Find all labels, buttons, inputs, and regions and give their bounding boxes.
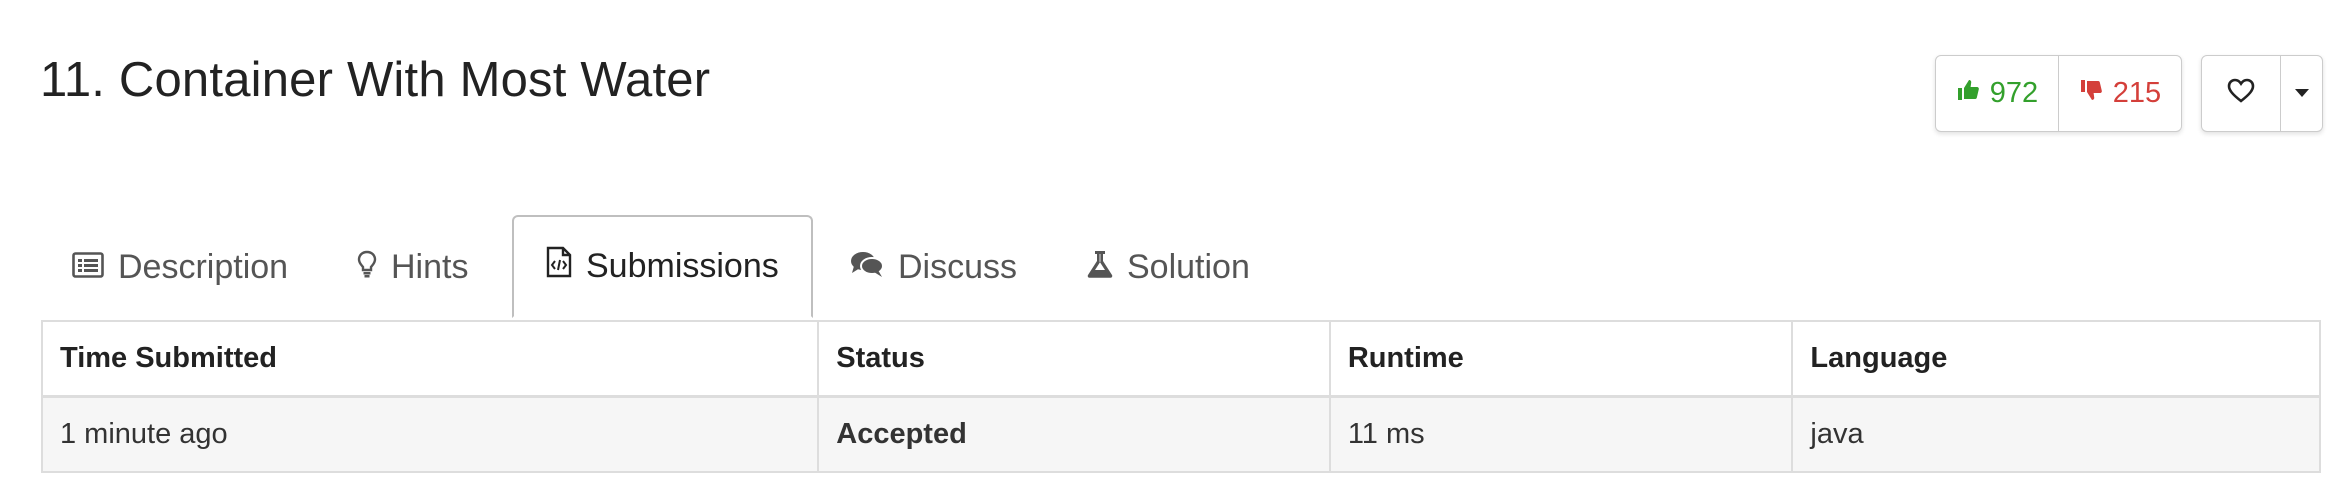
problem-tabs: Description Hints Submissions Discuss So… (42, 215, 2320, 322)
submissions-table: Time Submitted Status Runtime Language 1… (40, 320, 2321, 473)
thumbs-up-icon (1956, 77, 1980, 110)
table-row: 1 minute ago Accepted 11 ms java (40, 395, 2321, 473)
favorite-button-group (2201, 55, 2323, 132)
submission-runtime: 11 ms (1328, 395, 1794, 473)
tab-discuss[interactable]: Discuss (850, 215, 1017, 319)
caret-down-icon (2294, 85, 2310, 103)
favorite-button[interactable] (2202, 56, 2281, 131)
code-file-icon (546, 246, 572, 287)
problem-title: 11. Container With Most Water (40, 53, 711, 107)
lightbulb-icon (357, 248, 377, 287)
dislike-button[interactable]: 215 (2059, 56, 2181, 131)
thumbs-down-icon (2079, 77, 2103, 110)
tab-discuss-label: Discuss (898, 247, 1018, 286)
favorite-dropdown-toggle[interactable] (2281, 56, 2322, 131)
tab-hints-label: Hints (391, 247, 469, 286)
tab-solution-label: Solution (1127, 247, 1250, 286)
tab-description-label: Description (118, 247, 289, 286)
tab-submissions-label: Submissions (586, 247, 779, 285)
submission-language: java (1791, 395, 2321, 473)
like-button[interactable]: 972 (1936, 56, 2059, 131)
like-count: 972 (1989, 77, 2039, 109)
column-header-status[interactable]: Status (817, 320, 1331, 398)
heart-icon (2227, 78, 2255, 109)
column-header-runtime[interactable]: Runtime (1328, 320, 1794, 398)
submission-time: 1 minute ago (40, 395, 820, 473)
vote-button-group: 972 215 (1935, 55, 2182, 132)
flask-icon (1087, 248, 1113, 287)
tab-description[interactable]: Description (72, 215, 288, 319)
comments-icon (850, 248, 884, 287)
tab-hints[interactable]: Hints (357, 215, 468, 319)
tab-solution[interactable]: Solution (1087, 215, 1250, 319)
dislike-count: 215 (2112, 77, 2162, 109)
tab-submissions[interactable]: Submissions (512, 215, 813, 318)
column-header-time[interactable]: Time Submitted (40, 320, 820, 398)
column-header-language[interactable]: Language (1791, 320, 2321, 398)
problem-page: 11. Container With Most Water 972 215 De… (0, 0, 2342, 496)
table-header-row: Time Submitted Status Runtime Language (40, 320, 2321, 398)
submission-status-link[interactable]: Accepted (817, 395, 1331, 473)
list-icon (72, 248, 104, 287)
